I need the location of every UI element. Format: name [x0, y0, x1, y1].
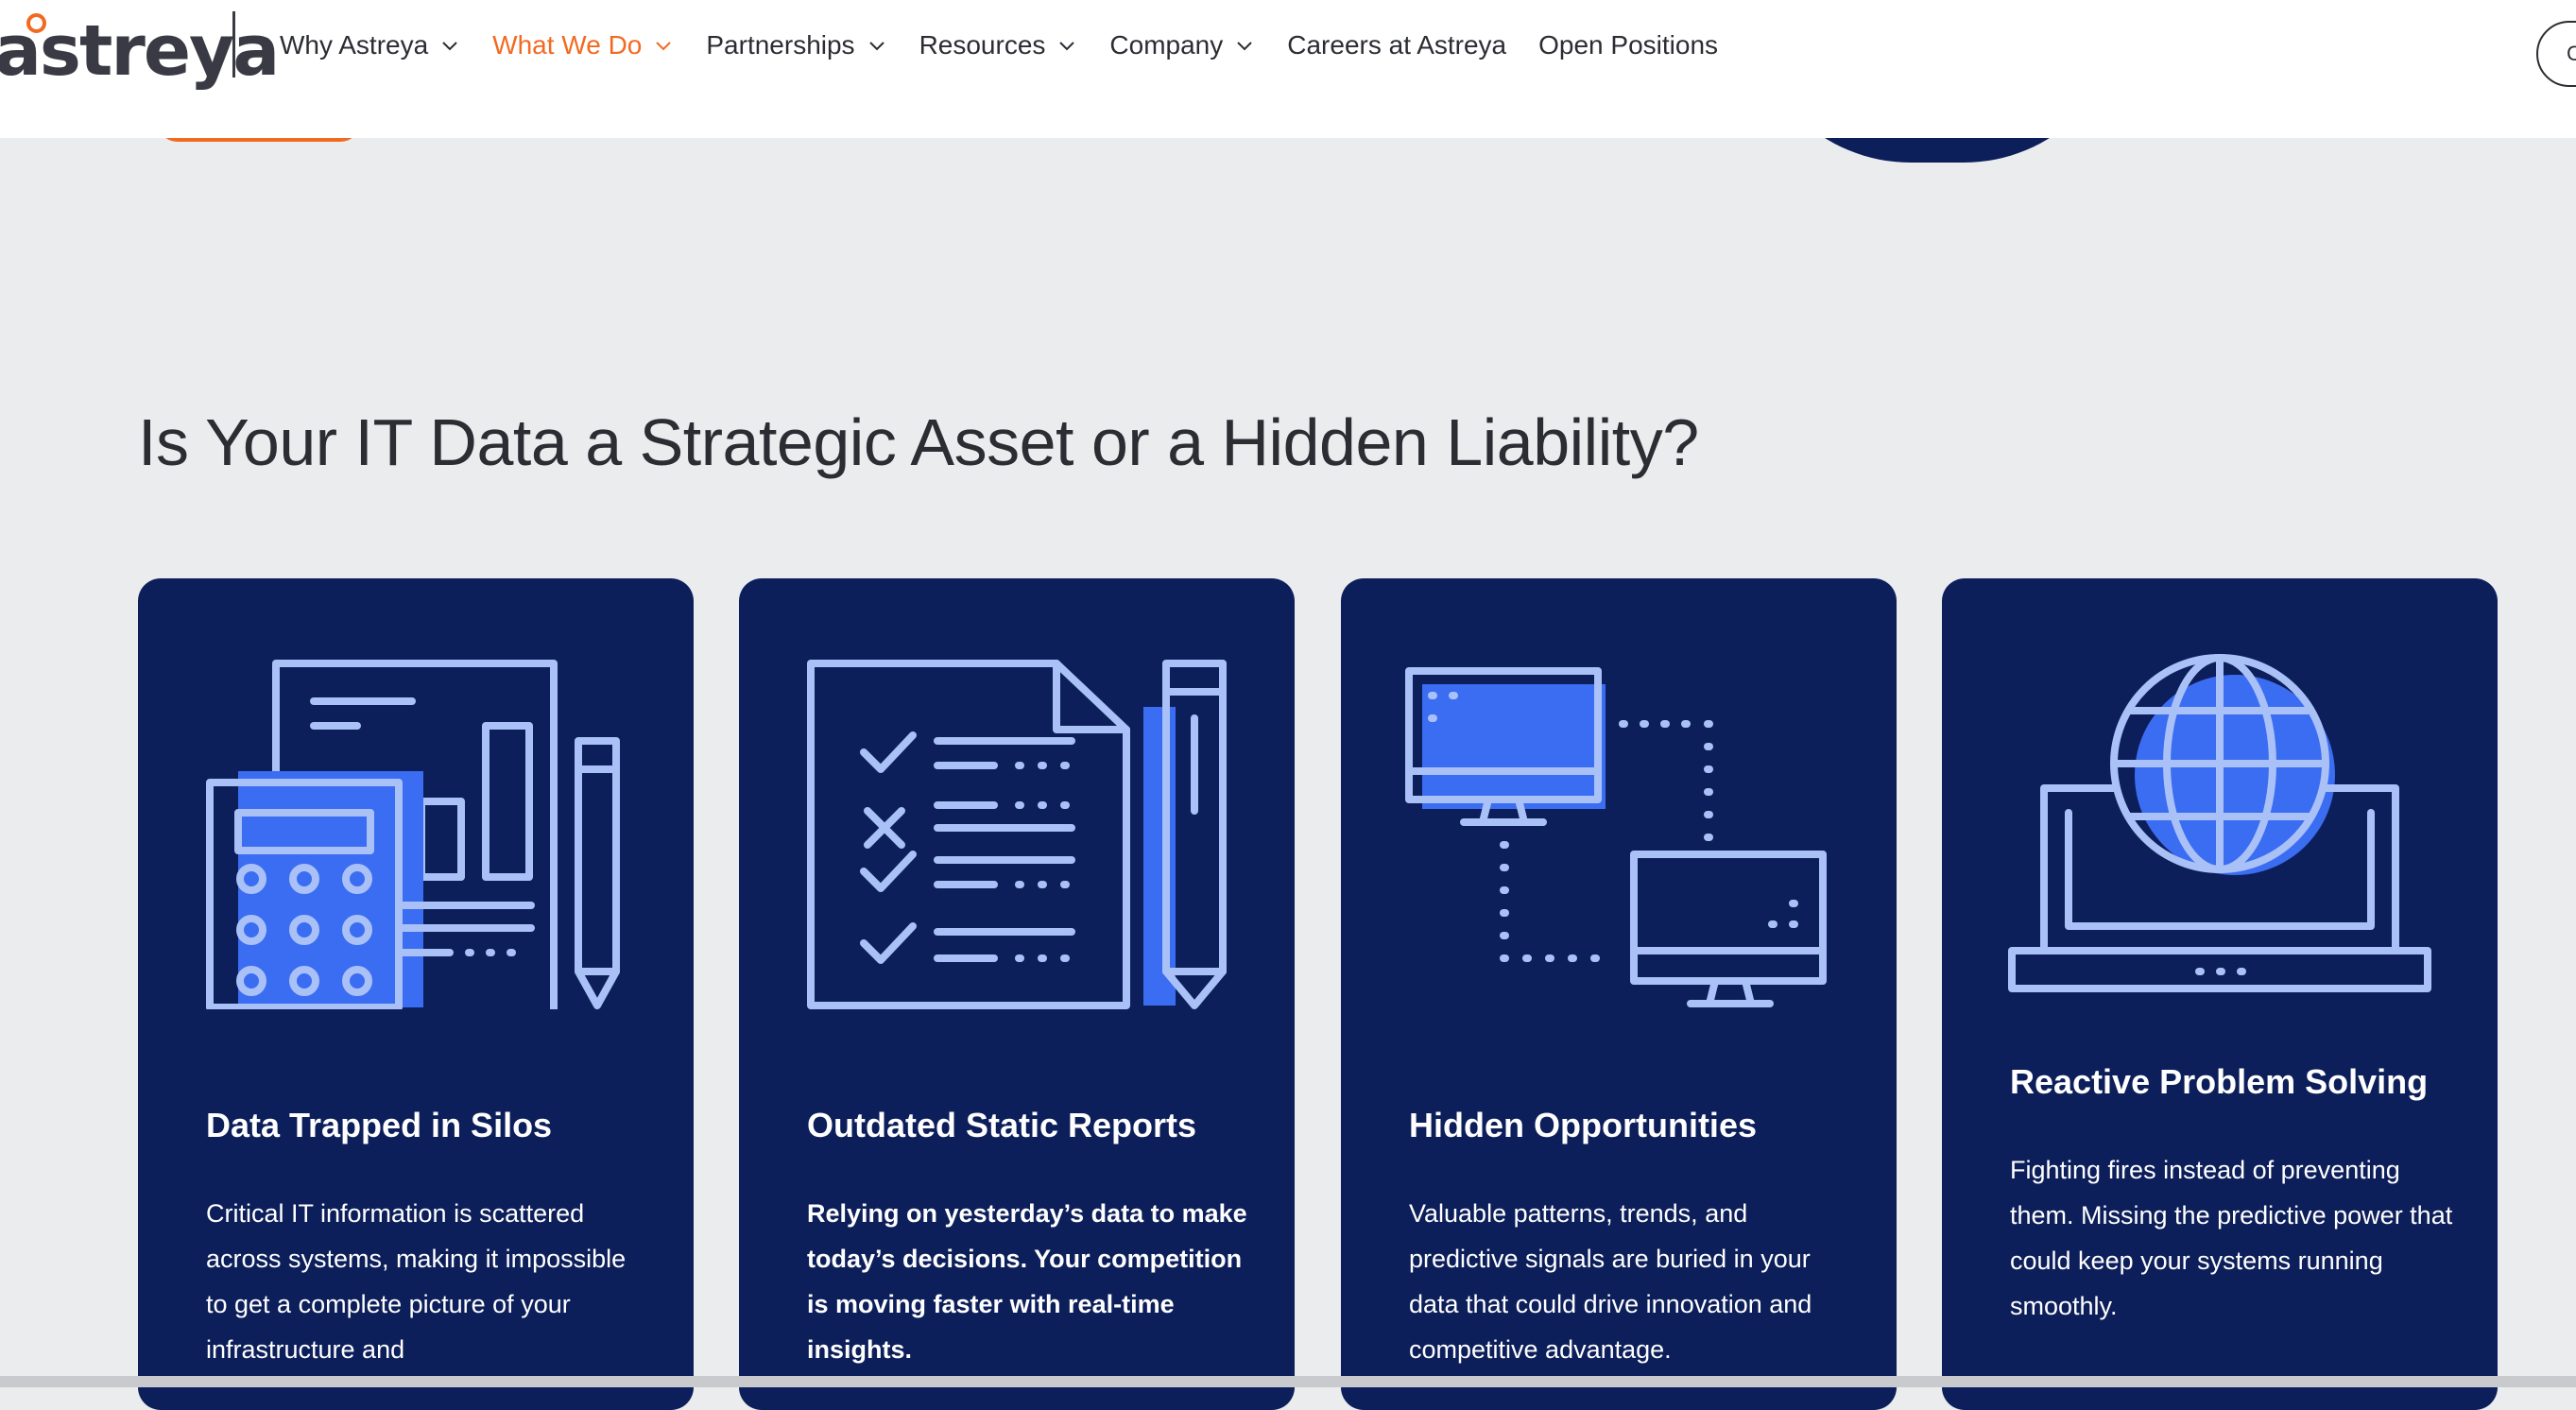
logo-divider [232, 11, 235, 77]
checklist-document-icon [739, 631, 1295, 1009]
card-static-reports: Outdated Static Reports Relying on yeste… [739, 578, 1295, 1410]
site-header: astreya Why Astreya What We Do Partnersh… [0, 0, 2576, 138]
nav-label: What We Do [492, 30, 643, 60]
card-description: Fighting fires instead of preventing the… [2010, 1156, 2453, 1320]
nav-label: Partnerships [706, 30, 855, 60]
nav-label: Careers at Astreya [1287, 30, 1507, 60]
astreya-logo[interactable]: astreya [0, 6, 280, 96]
calculator-report-icon [138, 631, 694, 1009]
nav-resources[interactable]: Resources [919, 30, 1078, 60]
card-title: Data Trapped in Silos [206, 1106, 553, 1144]
nav-company[interactable]: Company [1109, 30, 1255, 60]
bottom-scroll-edge [0, 1376, 2576, 1387]
chevron-down-icon [1234, 35, 1255, 56]
nav-what-we-do[interactable]: What We Do [492, 30, 674, 60]
section-title: Is Your IT Data a Strategic Asset or a H… [138, 405, 1699, 479]
chevron-down-icon [1056, 35, 1077, 56]
nav-label: Open Positions [1538, 30, 1719, 60]
card-description: Valuable patterns, trends, and predictiv… [1409, 1199, 1812, 1364]
nav-label: Why Astreya [280, 30, 429, 60]
laptop-globe-icon [1942, 631, 2498, 1009]
header-cta-button[interactable]: C [2536, 21, 2576, 87]
card-data-silos: Data Trapped in Silos Critical IT inform… [138, 578, 694, 1410]
main-nav: Why Astreya What We Do Partnerships Reso… [280, 21, 1750, 70]
card-reactive-problem-solving: Reactive Problem Solving Fighting fires … [1942, 578, 2498, 1410]
connected-monitors-icon [1341, 631, 1897, 1009]
chevron-down-icon [439, 35, 460, 56]
nav-label: Resources [919, 30, 1046, 60]
nav-open-positions[interactable]: Open Positions [1538, 30, 1718, 60]
nav-label: Company [1109, 30, 1224, 60]
cta-label: C [2567, 42, 2576, 65]
nav-careers[interactable]: Careers at Astreya [1287, 30, 1506, 60]
card-title: Outdated Static Reports [807, 1106, 1197, 1144]
card-title: Reactive Problem Solving [2010, 1062, 2429, 1101]
chevron-down-icon [867, 35, 887, 56]
card-hidden-opportunities: Hidden Opportunities Valuable patterns, … [1341, 578, 1897, 1410]
logo-dot-icon [26, 13, 46, 33]
nav-why-astreya[interactable]: Why Astreya [280, 30, 460, 60]
nav-partnerships[interactable]: Partnerships [706, 30, 886, 60]
card-description: Relying on yesterday’s data to make toda… [807, 1199, 1247, 1364]
chevron-down-icon [653, 35, 674, 56]
card-title: Hidden Opportunities [1409, 1106, 1757, 1144]
card-description: Critical IT information is scattered acr… [206, 1199, 627, 1364]
